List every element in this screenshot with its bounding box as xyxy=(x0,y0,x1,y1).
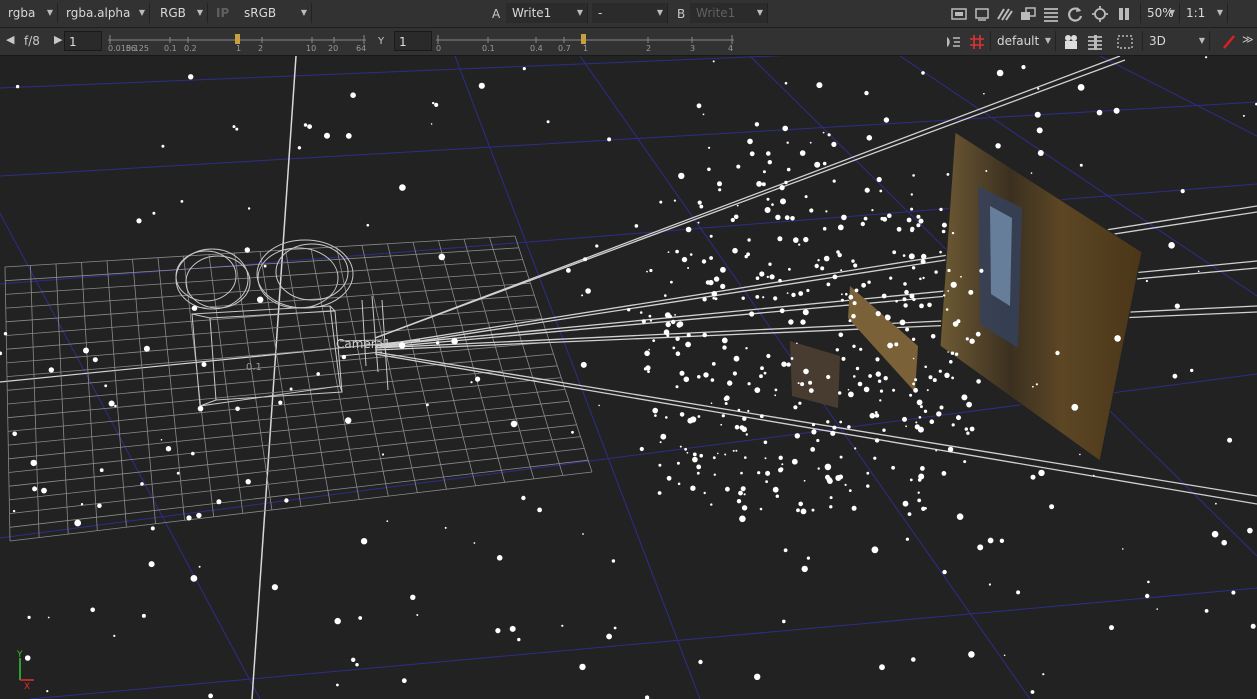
camera-scale-label: 0.1 xyxy=(246,362,262,373)
viewer-controls-bar: ◀ f/8 ▶ 1 0.0156 0.125 0.1 0.2 1 2 10 20… xyxy=(0,28,1257,56)
gamma-label: Y xyxy=(378,36,385,47)
alpha-channel-dropdown[interactable]: rgba.alpha ▼ xyxy=(60,3,150,23)
gain-tick: 2 xyxy=(258,44,264,53)
chevron-down-icon: ▼ xyxy=(1216,8,1223,17)
camera-icon[interactable] xyxy=(1062,33,1080,51)
gain-tick: 0.125 xyxy=(126,44,149,53)
3d-scene: Camera1 0.1 Y X xyxy=(0,56,1257,699)
gamma-tick: 0 xyxy=(436,44,442,53)
axis-y-label: Y xyxy=(16,650,23,660)
chevron-down-icon: ▼ xyxy=(1044,36,1051,45)
input-process-toggle[interactable]: IP xyxy=(216,6,229,20)
input-b-dropdown[interactable]: Write1 ▼ xyxy=(690,3,768,23)
gamma-slider[interactable]: 0 0.1 0.4 0.7 1 2 3 4 xyxy=(436,32,736,53)
pause-icon[interactable] xyxy=(1115,5,1133,23)
input-a-dropdown[interactable]: Write1 ▼ xyxy=(506,3,588,23)
collapse-icon[interactable]: ≫ xyxy=(1242,33,1254,46)
gain-tick: 10 xyxy=(306,44,317,53)
chevron-down-icon: ▼ xyxy=(138,8,145,17)
monitor-icon[interactable] xyxy=(973,5,991,23)
paint-icon[interactable] xyxy=(1220,33,1238,51)
alpha-channel-value: rgba.alpha xyxy=(66,6,131,20)
colorspace-dropdown[interactable]: sRGB ▼ xyxy=(238,3,312,23)
roi-icon[interactable] xyxy=(1116,33,1134,51)
input-b-value: Write1 xyxy=(696,6,736,20)
chevron-down-icon: ▼ xyxy=(1198,36,1205,45)
axis-gizmo: Y X xyxy=(16,650,34,692)
gain-slider[interactable]: 0.0156 0.125 0.1 0.2 1 2 10 20 64 xyxy=(108,32,370,53)
gamma-tick: 0.4 xyxy=(530,44,543,53)
lighting-icon[interactable] xyxy=(944,33,962,51)
view-mode-value: 3D xyxy=(1149,34,1166,48)
display-channels-value: RGB xyxy=(160,6,186,20)
hash-icon[interactable] xyxy=(968,33,986,51)
wipe-icon[interactable] xyxy=(996,5,1014,23)
lines-icon[interactable] xyxy=(1042,5,1060,23)
gamma-tick: 0.1 xyxy=(482,44,495,53)
gamma-input[interactable]: 1 xyxy=(394,31,432,51)
gamma-tick: 3 xyxy=(690,44,696,53)
gamma-tick: 0.7 xyxy=(558,44,571,53)
zoom-dropdown[interactable]: 50% ▼ xyxy=(1140,3,1180,23)
gamma-tick: 4 xyxy=(728,44,734,53)
gain-tick: 20 xyxy=(328,44,339,53)
gain-tick: 0.1 xyxy=(164,44,177,53)
world-axis-y xyxy=(251,56,297,699)
proxy-value: 1:1 xyxy=(1186,6,1206,20)
prev-arrow-icon[interactable]: ◀ xyxy=(6,33,14,46)
fstop-label: f/8 xyxy=(24,34,40,48)
overlay-icon[interactable] xyxy=(1019,5,1037,23)
input-a-label: A xyxy=(492,7,501,21)
composite-operation-value: - xyxy=(598,6,603,20)
proxy-dropdown[interactable]: 1:1 ▼ xyxy=(1180,3,1228,23)
gain-input[interactable]: 1 xyxy=(64,31,102,51)
chevron-down-icon: ▼ xyxy=(1168,8,1175,17)
chevron-down-icon: ▼ xyxy=(300,8,307,17)
chevron-down-icon: ▼ xyxy=(656,8,663,17)
input-a-value: Write1 xyxy=(512,6,552,20)
gain-tick: 0.2 xyxy=(184,44,197,53)
channels-dropdown[interactable]: rgba ▼ xyxy=(2,3,58,23)
channels-value: rgba xyxy=(8,6,36,20)
gamma-tick: 2 xyxy=(646,44,652,53)
3d-viewport[interactable]: Camera1 0.1 Y X xyxy=(0,56,1257,699)
viewer-lut-value: default xyxy=(997,34,1040,48)
view-mode-dropdown[interactable]: 3D ▼ xyxy=(1142,31,1210,51)
axis-x-label: X xyxy=(24,682,30,692)
composite-operation-dropdown[interactable]: - ▼ xyxy=(592,3,668,23)
display-channels-dropdown[interactable]: RGB ▼ xyxy=(154,3,208,23)
chevron-down-icon: ▼ xyxy=(196,8,203,17)
stack-icon[interactable] xyxy=(1086,33,1104,51)
next-arrow-icon[interactable]: ▶ xyxy=(54,33,62,46)
gain-tick: 64 xyxy=(356,44,367,53)
frame-icon[interactable] xyxy=(950,5,968,23)
clip-icon[interactable] xyxy=(1091,5,1109,23)
viewer-top-bar: rgba ▼ rgba.alpha ▼ RGB ▼ IP sRGB ▼ A Wr… xyxy=(0,0,1257,28)
chevron-down-icon: ▼ xyxy=(46,8,53,17)
refresh-icon[interactable] xyxy=(1066,5,1084,23)
chevron-down-icon: ▼ xyxy=(576,8,583,17)
viewer-lut-dropdown[interactable]: default ▼ xyxy=(990,31,1056,51)
gamma-tick: 1 xyxy=(583,44,589,53)
colorspace-value: sRGB xyxy=(244,6,277,20)
gain-tick: 1 xyxy=(236,44,242,53)
input-b-label: B xyxy=(677,7,686,21)
chevron-down-icon: ▼ xyxy=(756,8,763,17)
camera-node-label: Camera1 xyxy=(336,337,391,351)
camera-grid xyxy=(4,235,593,542)
